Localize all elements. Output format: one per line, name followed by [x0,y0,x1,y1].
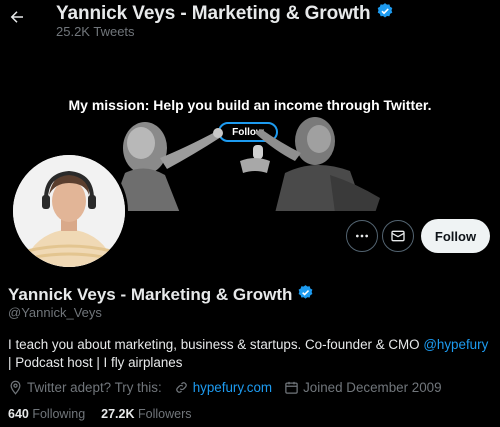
following-stat[interactable]: 640 Following [8,407,85,421]
profile-name: Yannick Veys - Marketing & Growth [8,285,293,304]
followers-count: 27.2K [101,407,135,421]
envelope-icon [391,230,405,242]
follow-stats: 640 Following 27.2K Followers [8,407,208,421]
verified-badge-icon[interactable] [297,284,314,306]
profile-handle: @Yannick_Veys [8,305,102,320]
joined-text: Joined December 2009 [303,380,442,395]
location-pin-icon [10,380,21,395]
website-item[interactable]: hypefury.com [174,380,272,395]
following-label: Following [32,407,86,421]
followers-stat[interactable]: 27.2K Followers [101,407,191,421]
bio-mention-link[interactable]: @hypefury [423,337,488,352]
profile-meta: Twitter adept? Try this: hypefury.com Jo… [8,380,454,395]
bio-text: I teach you about marketing, business & … [8,337,424,352]
website-link[interactable]: hypefury.com [193,380,272,395]
header-title: Yannick Veys - Marketing & Growth [56,2,371,24]
bio-text-continued: | Podcast host | I fly airplanes [8,355,183,370]
location-text: Twitter adept? Try this: [27,380,162,395]
verified-badge-icon [376,2,394,25]
profile-bio: I teach you about marketing, business & … [8,336,494,372]
link-icon [175,382,187,393]
profile-avatar[interactable] [10,152,128,270]
joined-item: Joined December 2009 [284,380,442,395]
location-item: Twitter adept? Try this: [8,380,162,395]
profile-name-group: Yannick Veys - Marketing & Growth [8,284,314,306]
follow-button[interactable]: Follow [421,219,490,253]
banner-illustration [110,117,380,211]
calendar-icon [285,381,298,394]
header-title-group: Yannick Veys - Marketing & Growth [56,2,394,25]
back-arrow-icon[interactable] [6,6,28,28]
message-button[interactable] [382,220,414,252]
profile-header: Yannick Veys - Marketing & Growth 25.2K … [0,0,500,48]
avatar-photo [13,155,125,267]
following-count: 640 [8,407,29,421]
more-options-button[interactable] [346,220,378,252]
followers-label: Followers [138,407,192,421]
tweet-count: 25.2K Tweets [56,24,135,39]
more-dots-icon [356,234,368,238]
